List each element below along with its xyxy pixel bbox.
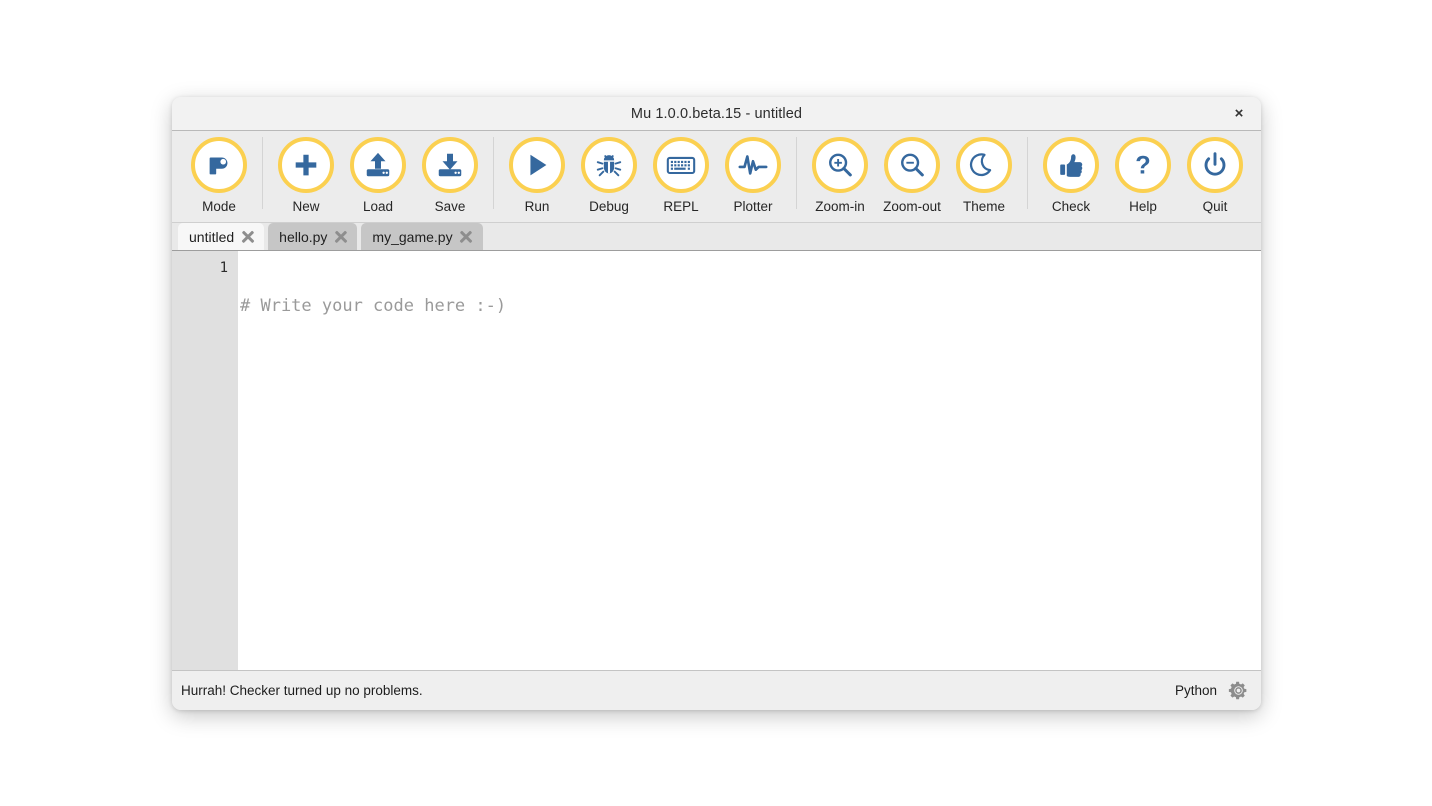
status-message: Hurrah! Checker turned up no problems.	[181, 683, 423, 698]
toolbar-separator	[493, 137, 494, 209]
toolbar-button-run[interactable]: Run	[501, 135, 573, 214]
svg-text:?: ?	[1135, 151, 1150, 179]
toolbar-button-debug[interactable]: Debug	[573, 135, 645, 214]
mu-editor-window: Mu 1.0.0.beta.15 - untitled × Mode New L…	[172, 97, 1261, 710]
code-text-area[interactable]: # Write your code here :-)	[238, 251, 1261, 670]
current-mode-label[interactable]: Python	[1175, 683, 1217, 698]
magnifier-minus-icon	[884, 137, 940, 193]
line-number: 1	[219, 260, 228, 276]
code-editor[interactable]: 1 # Write your code here :-)	[172, 251, 1261, 670]
toolbar-button-repl[interactable]: REPL	[645, 135, 717, 214]
tab-untitled[interactable]: untitled	[178, 223, 265, 250]
status-bar: Hurrah! Checker turned up no problems. P…	[172, 670, 1261, 710]
toolbar-separator	[262, 137, 263, 209]
toolbar-button-mode[interactable]: Mode	[183, 135, 255, 214]
line-number-gutter: 1	[172, 251, 238, 670]
download-drive-icon	[422, 137, 478, 193]
code-line: # Write your code here :-)	[240, 296, 507, 316]
thumbs-up-icon	[1043, 137, 1099, 193]
toolbar-button-zoom-out[interactable]: Zoom-out	[876, 135, 948, 214]
tab-close-icon[interactable]	[460, 230, 473, 243]
toolbar-button-plotter[interactable]: Plotter	[717, 135, 789, 214]
tab-close-icon[interactable]	[334, 230, 347, 243]
toolbar-label-theme: Theme	[962, 199, 1006, 214]
tab-label: untitled	[189, 228, 235, 245]
tab-my-game-py[interactable]: my_game.py	[361, 223, 483, 250]
toolbar-button-load[interactable]: Load	[342, 135, 414, 214]
window-title: Mu 1.0.0.beta.15 - untitled	[630, 105, 803, 122]
toolbar-separator	[1027, 137, 1028, 209]
moon-icon	[956, 137, 1012, 193]
toolbar-button-quit[interactable]: Quit	[1179, 135, 1251, 214]
toolbar-button-help[interactable]: ? Help	[1107, 135, 1179, 214]
toolbar-separator	[796, 137, 797, 209]
mode-snake-icon	[191, 137, 247, 193]
toolbar-button-theme[interactable]: Theme	[948, 135, 1020, 214]
toolbar-button-zoom-in[interactable]: Zoom-in	[804, 135, 876, 214]
tab-hello-py[interactable]: hello.py	[268, 223, 358, 250]
toolbar-label-debug: Debug	[589, 199, 629, 214]
play-icon	[509, 137, 565, 193]
gear-icon[interactable]	[1228, 680, 1249, 701]
plus-icon	[278, 137, 334, 193]
main-toolbar: Mode New Load Save Run Debug REPL Plotte…	[172, 131, 1261, 223]
toolbar-button-new[interactable]: New	[270, 135, 342, 214]
question-mark-icon: ?	[1115, 137, 1171, 193]
keyboard-icon	[653, 137, 709, 193]
toolbar-label-mode: Mode	[202, 199, 236, 214]
tab-bar: untitled hello.py my_game.py	[172, 223, 1261, 251]
toolbar-label-save: Save	[434, 199, 466, 214]
magnifier-plus-icon	[812, 137, 868, 193]
toolbar-button-check[interactable]: Check	[1035, 135, 1107, 214]
toolbar-label-repl: REPL	[663, 199, 699, 214]
toolbar-label-plotter: Plotter	[733, 199, 773, 214]
title-bar: Mu 1.0.0.beta.15 - untitled ×	[172, 97, 1261, 131]
toolbar-label-help: Help	[1129, 199, 1157, 214]
toolbar-label-load: Load	[362, 199, 394, 214]
tab-label: my_game.py	[372, 228, 453, 245]
toolbar-label-zoom-out: Zoom-out	[883, 199, 941, 214]
toolbar-label-new: New	[292, 199, 320, 214]
toolbar-label-quit: Quit	[1202, 199, 1228, 214]
toolbar-label-run: Run	[524, 199, 550, 214]
waveform-icon	[725, 137, 781, 193]
screen: Mu 1.0.0.beta.15 - untitled × Mode New L…	[0, 0, 1432, 806]
toolbar-label-check: Check	[1051, 199, 1091, 214]
toolbar-button-save[interactable]: Save	[414, 135, 486, 214]
toolbar-label-zoom-in: Zoom-in	[815, 199, 865, 214]
bug-icon	[581, 137, 637, 193]
upload-drive-icon	[350, 137, 406, 193]
close-window-button[interactable]: ×	[1227, 102, 1251, 126]
power-icon	[1187, 137, 1243, 193]
status-bar-right: Python	[1175, 680, 1249, 701]
tab-close-icon[interactable]	[241, 230, 254, 243]
tab-label: hello.py	[279, 228, 328, 245]
